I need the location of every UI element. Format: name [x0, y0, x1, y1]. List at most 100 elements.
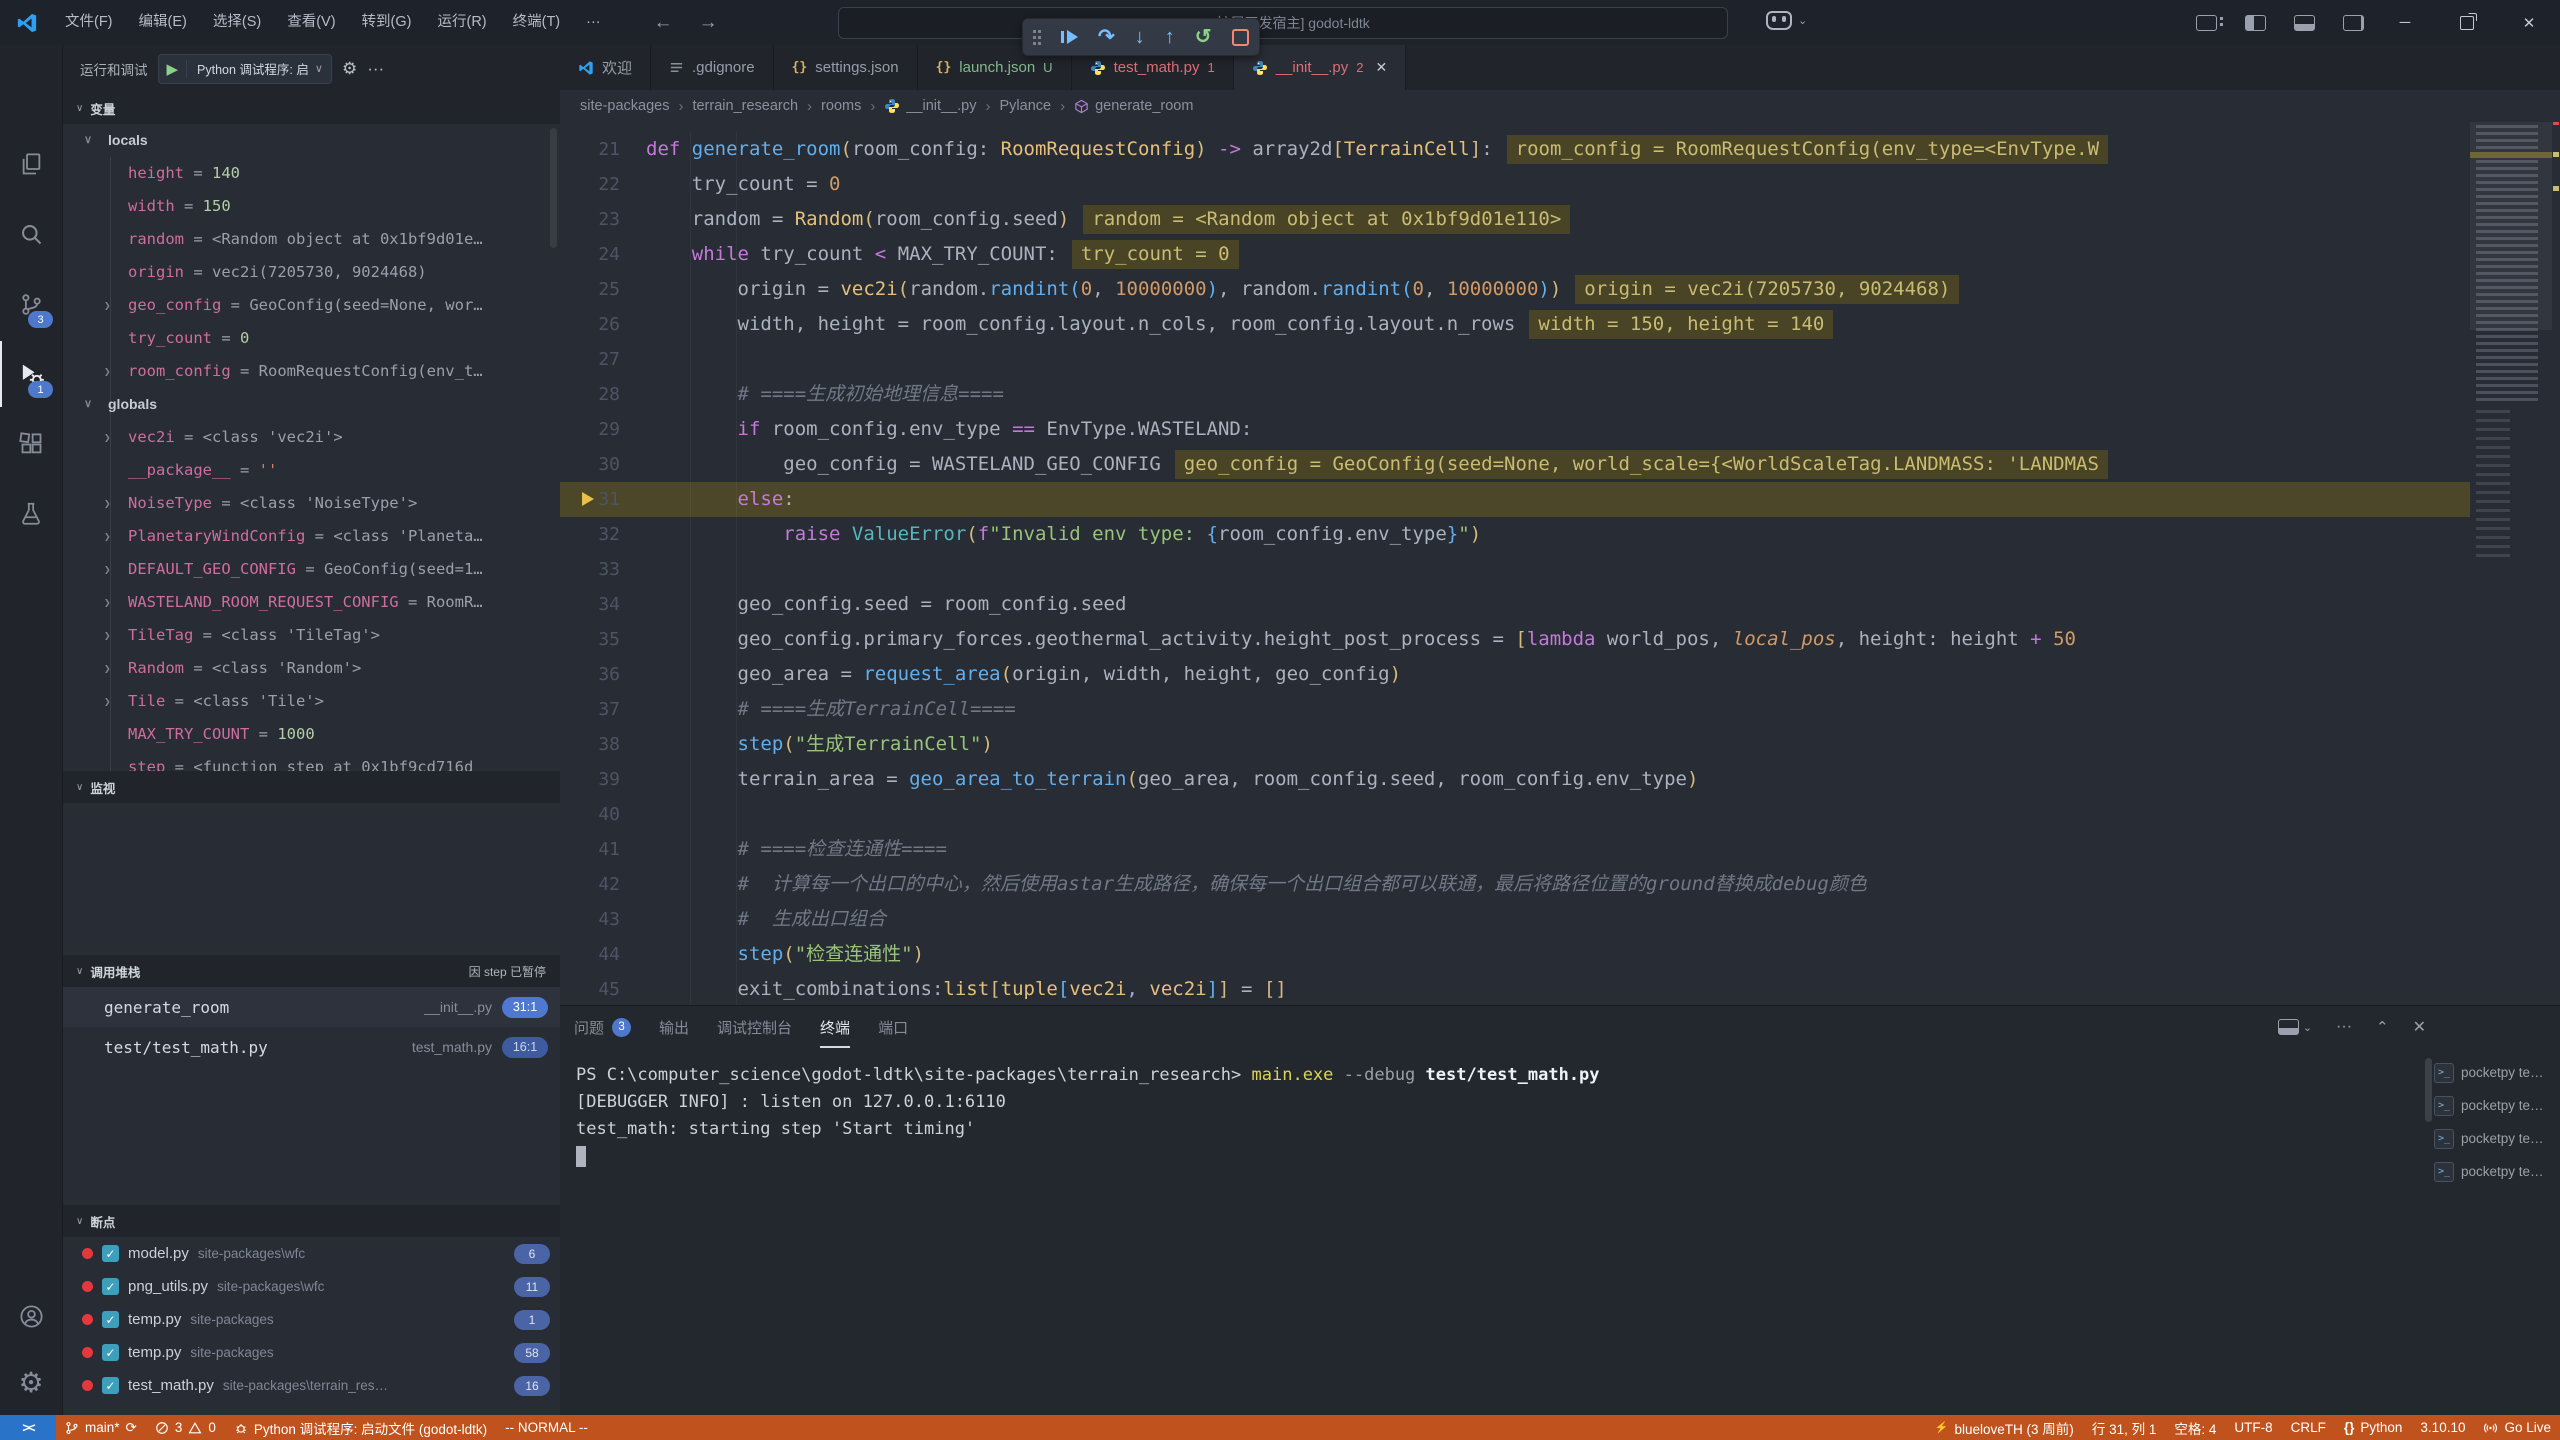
- code-line-29[interactable]: 29 if room_config.env_type == EnvType.WA…: [560, 412, 2560, 447]
- code-line-26[interactable]: 26 width, height = room_config.layout.n_…: [560, 307, 2560, 342]
- panel-tab-终端[interactable]: 终端: [820, 1006, 850, 1048]
- variable-row[interactable]: ❯TileTag = <class 'TileTag'>: [62, 619, 560, 652]
- expand-chevron-icon[interactable]: ❯: [104, 355, 111, 388]
- variable-row[interactable]: step = <function step at 0x1bf9cd716d: [62, 751, 560, 771]
- breadcrumb-item[interactable]: __init__.py: [884, 98, 976, 114]
- code-editor[interactable]: 21def generate_room(room_config: RoomReq…: [560, 132, 2560, 1005]
- code-line-31[interactable]: 31 else:: [560, 482, 2560, 517]
- panel-tab-问题[interactable]: 问题3: [574, 1006, 631, 1048]
- expand-chevron-icon[interactable]: ❯: [104, 289, 111, 322]
- customize-layout-button[interactable]: [2196, 15, 2217, 31]
- code-line-25[interactable]: 25 origin = vec2i(random.randint(0, 1000…: [560, 272, 2560, 307]
- panel-tab-端口[interactable]: 端口: [878, 1006, 908, 1048]
- code-line-35[interactable]: 35 geo_config.primary_forces.geothermal_…: [560, 622, 2560, 657]
- variables-group-locals[interactable]: ∨locals: [62, 124, 560, 157]
- status-golive[interactable]: Go Live: [2474, 1415, 2560, 1440]
- activity-item-account[interactable]: [0, 1283, 62, 1349]
- continue-button[interactable]: [1061, 29, 1078, 45]
- variable-row[interactable]: ❯Random = <class 'Random'>: [62, 652, 560, 685]
- breakpoint-row[interactable]: ✓temp.pysite-packages1: [62, 1303, 560, 1336]
- menu-item-3[interactable]: 查看(V): [274, 0, 348, 45]
- code-line-37[interactable]: 37 # ====生成TerrainCell====: [560, 692, 2560, 727]
- code-line-41[interactable]: 41 # ====检查连通性====: [560, 832, 2560, 867]
- menu-item-4[interactable]: 转到(G): [349, 0, 425, 45]
- code-line-33[interactable]: 33: [560, 552, 2560, 587]
- toggle-panel-button[interactable]: [2294, 15, 2315, 31]
- code-line-43[interactable]: 43 # 生成出口组合: [560, 902, 2560, 937]
- code-line-32[interactable]: 32 raise ValueError(f"Invalid env type: …: [560, 517, 2560, 552]
- code-line-39[interactable]: 39 terrain_area = geo_area_to_terrain(ge…: [560, 762, 2560, 797]
- tab--[interactable]: 欢迎: [560, 45, 651, 90]
- minimap[interactable]: [2470, 90, 2552, 1005]
- expand-chevron-icon[interactable]: ❯: [104, 586, 111, 619]
- panel-tab-调试控制台[interactable]: 调试控制台: [717, 1006, 792, 1048]
- status-debug[interactable]: Python 调试程序: 启动文件 (godot-ldtk): [225, 1415, 496, 1440]
- terminal-instance[interactable]: >_pocketpy te…: [2434, 1122, 2556, 1155]
- code-line-22[interactable]: 22 try_count = 0: [560, 167, 2560, 202]
- debug-settings-gear-icon[interactable]: ⚙: [342, 59, 357, 79]
- code-line-34[interactable]: 34 geo_config.seed = room_config.seed: [560, 587, 2560, 622]
- panel-tab-输出[interactable]: 输出: [659, 1006, 689, 1048]
- breakpoint-row[interactable]: ✓png_utils.pysite-packages\wfc11: [62, 1270, 560, 1303]
- tab-settings.json[interactable]: {}settings.json: [774, 45, 918, 90]
- expand-chevron-icon[interactable]: ❯: [104, 520, 111, 553]
- activity-item-source-control[interactable]: 3: [0, 271, 62, 337]
- minimize-button[interactable]: ─: [2374, 0, 2436, 45]
- menu-item-5[interactable]: 运行(R): [424, 0, 499, 45]
- variable-row[interactable]: width = 150: [62, 190, 560, 223]
- variable-row[interactable]: ❯room_config = RoomRequestConfig(env_t…: [62, 355, 560, 388]
- breadcrumb-item[interactable]: terrain_research: [692, 98, 798, 114]
- expand-chevron-icon[interactable]: ❯: [104, 421, 111, 454]
- code-line-23[interactable]: 23 random = Random(room_config.seed)rand…: [560, 202, 2560, 237]
- status-problems[interactable]: 30: [146, 1415, 225, 1440]
- terminal-instance[interactable]: >_pocketpy te…: [2434, 1089, 2556, 1122]
- code-line-30[interactable]: 30 geo_config = WASTELAND_GEO_CONFIGgeo_…: [560, 447, 2560, 482]
- variables-section-header[interactable]: ∨变量: [62, 92, 560, 124]
- code-line-28[interactable]: 28 # ====生成初始地理信息====: [560, 377, 2560, 412]
- breakpoint-checkbox[interactable]: ✓: [102, 1344, 119, 1361]
- code-line-40[interactable]: 40: [560, 797, 2560, 832]
- activity-item-testing[interactable]: [0, 481, 62, 547]
- menu-item-2[interactable]: 选择(S): [200, 0, 274, 45]
- code-line-21[interactable]: 21def generate_room(room_config: RoomReq…: [560, 132, 2560, 167]
- variable-row[interactable]: ❯geo_config = GeoConfig(seed=None, wor…: [62, 289, 560, 322]
- more-actions-icon[interactable]: ···: [2336, 1018, 2352, 1036]
- status-remote[interactable]: ><: [0, 1415, 56, 1440]
- status-text-r-2[interactable]: 空格: 4: [2165, 1415, 2225, 1440]
- breakpoint-row[interactable]: ✓test_math.pysite-packages\terrain_res…1…: [62, 1369, 560, 1402]
- status-python[interactable]: {}Python: [2335, 1415, 2412, 1440]
- activity-item-search[interactable]: [0, 201, 62, 267]
- breadcrumb-item[interactable]: rooms: [821, 98, 861, 114]
- status-text-r-1[interactable]: 行 31, 列 1: [2083, 1415, 2166, 1440]
- activity-item-explorer[interactable]: [0, 131, 62, 197]
- menu-item-6[interactable]: 终端(T): [500, 0, 574, 45]
- start-debug-icon[interactable]: ▶: [159, 60, 188, 78]
- breakpoint-checkbox[interactable]: ✓: [102, 1278, 119, 1295]
- copilot-menu[interactable]: ⌄: [1766, 11, 1807, 30]
- variable-row[interactable]: ❯NoiseType = <class 'NoiseType'>: [62, 487, 560, 520]
- code-line-36[interactable]: 36 geo_area = request_area(origin, width…: [560, 657, 2560, 692]
- terminal-layout-button[interactable]: ⌄: [2278, 1019, 2312, 1035]
- code-line-42[interactable]: 42 # 计算每一个出口的中心，然后使用astar生成路径，确保每一个出口组合都…: [560, 867, 2560, 902]
- expand-chevron-icon[interactable]: ❯: [104, 652, 111, 685]
- close-panel-icon[interactable]: ✕: [2413, 1017, 2426, 1037]
- variable-row[interactable]: try_count = 0: [62, 322, 560, 355]
- variable-row[interactable]: ❯PlanetaryWindConfig = <class 'Planeta…: [62, 520, 560, 553]
- variable-row[interactable]: origin = vec2i(7205730, 9024468): [62, 256, 560, 289]
- breakpoint-row[interactable]: ✓model.pysite-packages\wfc6: [62, 1237, 560, 1270]
- terminal-instance[interactable]: >_pocketpy te…: [2434, 1155, 2556, 1188]
- expand-chevron-icon[interactable]: ❯: [104, 619, 111, 652]
- code-line-38[interactable]: 38 step("生成TerrainCell"): [560, 727, 2560, 762]
- code-line-45[interactable]: 45 exit_combinations:list[tuple[vec2i, v…: [560, 972, 2560, 1005]
- variable-row[interactable]: __package__ = '': [62, 454, 560, 487]
- activity-item-run-debug[interactable]: 1: [0, 341, 62, 407]
- drag-grip-icon[interactable]: [1033, 29, 1041, 45]
- variable-row[interactable]: height = 140: [62, 157, 560, 190]
- activity-item-extensions[interactable]: [0, 411, 62, 477]
- expand-chevron-icon[interactable]: ❯: [104, 553, 111, 586]
- nav-back-icon[interactable]: ←: [654, 12, 673, 34]
- more-actions-icon[interactable]: ···: [367, 59, 384, 79]
- breakpoint-row[interactable]: ✓temp.pysite-packages58: [62, 1336, 560, 1369]
- command-search-input[interactable]: ⌕ [扩展开发宿主] godot-ldtk: [838, 7, 1728, 39]
- status-text-l-4[interactable]: -- NORMAL --: [496, 1415, 597, 1440]
